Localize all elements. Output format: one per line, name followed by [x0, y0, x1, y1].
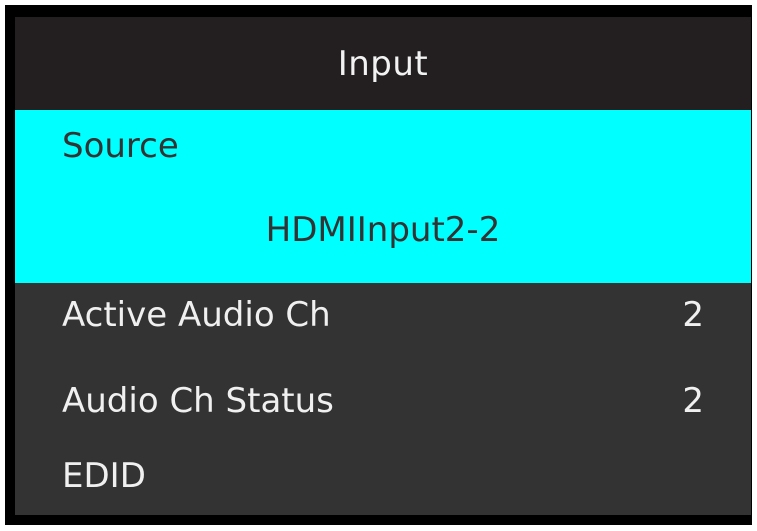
menu-item-active-audio-ch[interactable]: Active Audio Ch 2: [15, 289, 751, 349]
menu-item-audio-ch-status[interactable]: Audio Ch Status 2: [15, 375, 751, 435]
input-menu: Input Source HDMIInput2-2 Active Audio C…: [15, 17, 751, 515]
menu-item-source[interactable]: Source HDMIInput2-2: [15, 110, 751, 283]
active-audio-ch-label: Active Audio Ch: [62, 295, 331, 335]
menu-title-bar: Input: [15, 17, 751, 110]
source-label: Source: [62, 126, 179, 166]
active-audio-ch-value: 2: [682, 295, 704, 335]
audio-ch-status-value: 2: [682, 381, 704, 421]
menu-item-edid[interactable]: EDID: [15, 450, 751, 510]
edid-label: EDID: [62, 456, 146, 496]
source-value[interactable]: HDMIInput2-2: [15, 210, 751, 250]
menu-title: Input: [337, 43, 429, 84]
audio-ch-status-label: Audio Ch Status: [62, 381, 334, 421]
